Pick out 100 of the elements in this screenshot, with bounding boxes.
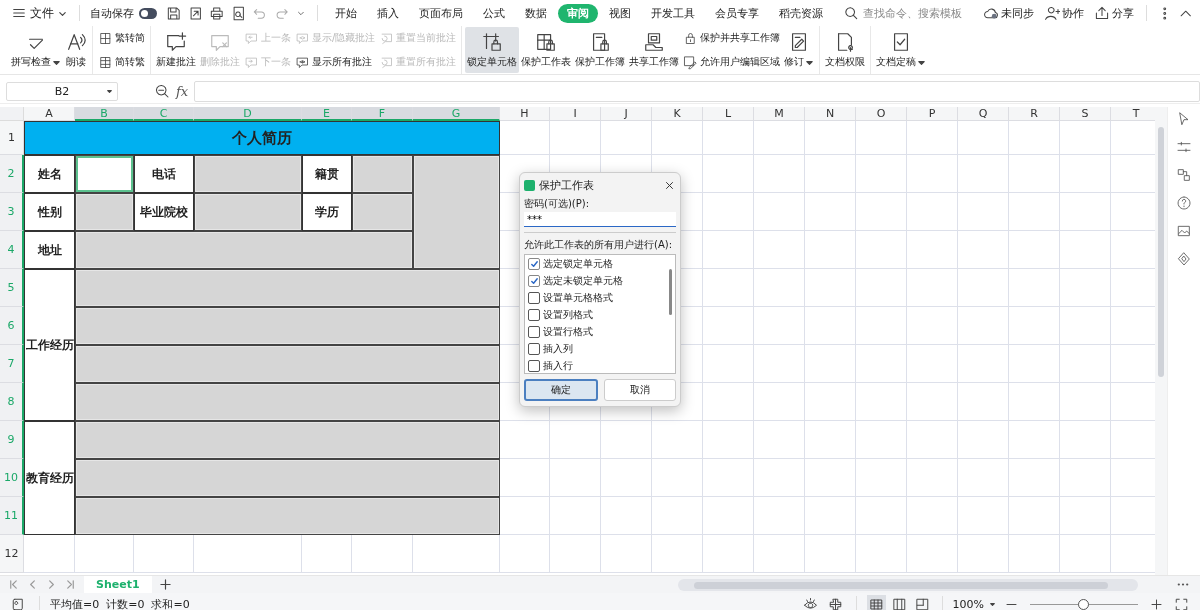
search-field[interactable]: 查找命令、搜索模板 — [843, 5, 975, 21]
checkbox[interactable] — [528, 343, 540, 355]
empty-cell[interactable] — [550, 535, 601, 573]
empty-cell[interactable] — [601, 121, 652, 155]
help-icon[interactable] — [1176, 195, 1192, 211]
column-header[interactable]: H — [500, 107, 550, 121]
password-field[interactable]: *** — [524, 212, 676, 227]
input-cell[interactable] — [75, 345, 500, 383]
empty-cell[interactable] — [754, 121, 805, 155]
empty-cell[interactable] — [907, 459, 958, 497]
file-menu[interactable]: 文件 — [8, 2, 71, 24]
next-sheet-icon[interactable] — [46, 579, 57, 590]
fullscreen-icon[interactable] — [1174, 596, 1189, 610]
empty-cell[interactable] — [1009, 421, 1060, 459]
empty-cell[interactable] — [754, 307, 805, 345]
empty-cell[interactable] — [907, 345, 958, 383]
empty-cell[interactable] — [703, 497, 754, 535]
empty-cell[interactable] — [1060, 535, 1111, 573]
empty-cell[interactable] — [652, 421, 703, 459]
print-preview-icon[interactable] — [230, 4, 247, 22]
empty-cell[interactable] — [703, 155, 754, 193]
input-cell[interactable] — [75, 307, 500, 345]
print-icon[interactable] — [209, 4, 225, 22]
ribbon-button[interactable]: 修订 — [782, 27, 817, 73]
checkbox[interactable] — [528, 309, 540, 321]
empty-cell[interactable] — [805, 459, 856, 497]
ribbon-button[interactable]: 保护工作簿 — [573, 27, 628, 73]
name-box[interactable]: B2 — [6, 81, 118, 101]
empty-cell[interactable] — [703, 193, 754, 231]
input-cell[interactable] — [352, 193, 413, 231]
empty-cell[interactable] — [754, 345, 805, 383]
empty-cell[interactable] — [856, 155, 907, 193]
empty-cell[interactable] — [754, 421, 805, 459]
empty-cell[interactable] — [703, 535, 754, 573]
input-cell[interactable] — [194, 193, 302, 231]
empty-cell[interactable] — [958, 535, 1009, 573]
menu-tab[interactable]: 数据 — [515, 3, 556, 23]
empty-cell[interactable] — [805, 421, 856, 459]
empty-cell[interactable] — [1060, 345, 1111, 383]
empty-cell[interactable] — [601, 421, 652, 459]
column-header[interactable]: N — [805, 107, 856, 121]
macro-icon[interactable] — [11, 596, 26, 610]
more-icon[interactable] — [1176, 582, 1190, 587]
checkbox[interactable] — [528, 258, 540, 270]
ribbon-button[interactable]: 保护并共享工作簿 — [681, 28, 783, 48]
permission-label[interactable]: 插入列 — [543, 342, 573, 356]
empty-cell[interactable] — [703, 459, 754, 497]
input-cell[interactable] — [75, 269, 500, 307]
ribbon-button[interactable]: 文档定稿 — [874, 27, 929, 73]
input-cell[interactable] — [75, 231, 413, 269]
input-cell[interactable] — [75, 155, 134, 193]
column-header[interactable]: M — [754, 107, 805, 121]
empty-cell[interactable] — [856, 497, 907, 535]
empty-cell[interactable] — [907, 383, 958, 421]
empty-cell[interactable] — [1060, 383, 1111, 421]
empty-cell[interactable] — [550, 421, 601, 459]
empty-cell[interactable] — [958, 121, 1009, 155]
input-cell[interactable] — [75, 459, 500, 497]
empty-cell[interactable] — [856, 231, 907, 269]
ribbon-button[interactable]: 显示所有批注 — [293, 52, 378, 72]
checkbox[interactable] — [528, 360, 540, 372]
empty-cell[interactable] — [1060, 497, 1111, 535]
empty-cell[interactable] — [601, 497, 652, 535]
empty-cell[interactable] — [805, 497, 856, 535]
crosshair-icon[interactable] — [827, 596, 843, 610]
empty-cell[interactable] — [754, 193, 805, 231]
column-header[interactable]: P — [907, 107, 958, 121]
select-all-corner[interactable] — [0, 107, 24, 121]
column-header[interactable]: L — [703, 107, 754, 121]
cancel-button[interactable]: 取消 — [604, 379, 676, 401]
empty-cell[interactable] — [856, 193, 907, 231]
empty-cell[interactable] — [958, 269, 1009, 307]
empty-cell[interactable] — [703, 231, 754, 269]
menu-tab[interactable]: 公式 — [473, 3, 514, 23]
input-cell[interactable] — [194, 155, 302, 193]
menu-tab[interactable]: 视图 — [599, 3, 640, 23]
toolbar-action[interactable]: 协作 — [1039, 5, 1088, 21]
empty-cell[interactable] — [907, 269, 958, 307]
empty-cell[interactable] — [1060, 231, 1111, 269]
last-sheet-icon[interactable] — [65, 579, 76, 590]
empty-cell[interactable] — [550, 497, 601, 535]
empty-cell[interactable] — [907, 121, 958, 155]
menu-tab[interactable]: 插入 — [367, 3, 408, 23]
empty-cell[interactable] — [805, 383, 856, 421]
first-sheet-icon[interactable] — [8, 579, 19, 590]
empty-cell[interactable] — [1060, 307, 1111, 345]
empty-cell[interactable] — [856, 459, 907, 497]
empty-cell[interactable] — [652, 459, 703, 497]
empty-cell[interactable] — [958, 231, 1009, 269]
empty-cell[interactable] — [703, 345, 754, 383]
empty-cell[interactable] — [856, 121, 907, 155]
empty-cell[interactable] — [805, 345, 856, 383]
empty-cell[interactable] — [1009, 269, 1060, 307]
menu-tab[interactable]: 会员专享 — [705, 3, 768, 23]
empty-cell[interactable] — [856, 421, 907, 459]
empty-cell[interactable] — [754, 155, 805, 193]
menu-tab[interactable]: 开发工具 — [641, 3, 704, 23]
ribbon-button[interactable]: 保护工作表 — [519, 27, 574, 73]
empty-cell[interactable] — [1009, 121, 1060, 155]
empty-cell[interactable] — [1009, 231, 1060, 269]
